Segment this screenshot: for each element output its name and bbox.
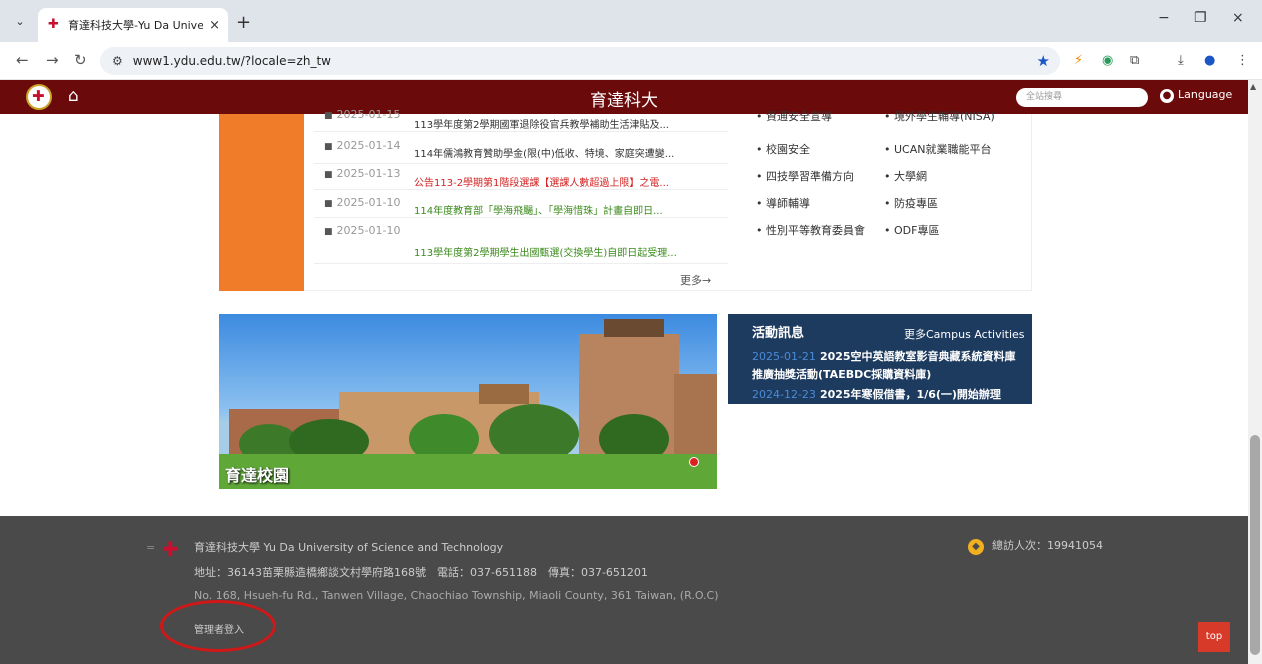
visitor-counter: ◆ 總訪人次：19941054 [968,537,1103,555]
tab-title: 育達科技大學-Yu Da University [68,19,204,32]
news-date: 2025-01-15 [324,108,401,121]
news-title[interactable]: 114年度教育部「學海飛颺」、「學海惜珠」計畫自即日... [414,202,663,217]
activity-date: 2024-12-23 [752,388,816,401]
extension-bolt-icon[interactable]: ⚡ [1074,53,1083,68]
minimize-button[interactable]: − [1158,10,1170,26]
building-shape [604,319,664,337]
activity-title[interactable]: 2025年寒假借書，1/6(一)開始辦理 [820,388,1001,401]
news-item[interactable]: 2025-01-14 114年儒鴻教育贊助學金(限(中)低收、特境、家庭突遭變.… [314,138,728,164]
news-item[interactable]: 2025-01-10 114年度教育部「學海飛颺」、「學海惜珠」計畫自即日... [314,192,728,218]
browser-menu-icon[interactable]: ⋮ [1236,53,1249,68]
site-header: ⌂ 育達科大 全站搜尋 ●Language [0,80,1248,114]
link-item[interactable]: 導師輔導 [756,195,810,211]
link-item[interactable]: UCAN就業職能平台 [884,141,992,157]
footer-school-name: 育達科技大學 Yu Da University of Science and T… [194,541,504,554]
footer-address-en: No. 168, Hsueh-fu Rd., Tanwen Village, C… [194,589,719,602]
scroll-up-arrow-icon[interactable]: ▲ [1250,82,1256,91]
highlight-circle [160,600,276,652]
visitor-count: 總訪人次：19941054 [992,539,1103,552]
slide-indicator-dot[interactable] [689,457,699,467]
footer-address-zh: 地址：36143苗栗縣造橋鄉談文村學府路168號 電話：037-651188 傳… [194,566,648,579]
download-icon[interactable]: ⤓ [1178,53,1184,68]
back-to-top-button[interactable]: top [1198,622,1230,652]
browser-tab-bar: ⌄ ✚ 育達科技大學-Yu Da University × + − ❐ × [0,0,1262,42]
activity-item[interactable]: 2025-01-21 2025空中英語教室影音典藏系統資料庫推廣抽獎活動(TAEB… [752,348,1022,384]
link-item[interactable]: 資通安全宣導 [756,108,832,124]
language-label: Language [1178,88,1233,101]
back-icon[interactable]: ← [16,51,29,69]
news-date: 2025-01-10 [324,196,401,209]
url-text: www1.ydu.edu.tw/?locale=zh_tw [132,54,331,68]
activities-title: 活動訊息 [752,326,805,341]
forward-icon[interactable]: → [46,51,59,69]
link-item[interactable]: 大學網 [884,168,927,184]
scrollbar-thumb[interactable] [1250,435,1260,655]
site-info-icon[interactable]: ⚙ [112,54,123,68]
maximize-button[interactable]: ❐ [1194,10,1207,26]
news-title[interactable]: 113學年度第2學期學生出國甄選(交換學生)自即日起受理... [414,244,677,259]
browser-tab[interactable]: ✚ 育達科技大學-Yu Da University × [38,8,228,42]
close-window-button[interactable]: × [1232,10,1244,26]
campus-photo[interactable]: 育達校園 [219,314,717,489]
footer-logo-icon: ✚ [162,537,179,561]
bookmark-star-icon[interactable]: ★ [1037,52,1050,70]
footer-divider: = [146,541,156,554]
tab-search-icon[interactable]: ⌄ [10,12,30,32]
news-item[interactable]: 2025-01-13 公告113-2學期第1階段選課【選課人數超過上限】之電..… [314,164,728,190]
news-accent-bar [219,114,304,291]
globe-icon: ● [1160,89,1174,103]
new-tab-button[interactable]: + [236,12,251,33]
link-item[interactable]: 性別平等教育委員會 [756,222,865,238]
link-item[interactable]: 防疫專區 [884,195,938,211]
news-title[interactable]: 113學年度第2學期國軍退除役官兵教學補助生活津貼及... [414,116,669,131]
news-item[interactable]: 2025-01-15 113學年度第2學期國軍退除役官兵教學補助生活津貼及... [314,108,728,132]
link-item[interactable]: ODF專區 [884,222,939,238]
reload-icon[interactable]: ↻ [74,51,87,69]
activities-panel: 活動訊息 更多Campus Activities 2025-01-21 2025空… [728,314,1032,404]
address-bar-row: ← → ↻ ⚙ www1.ydu.edu.tw/?locale=zh_tw ★ … [0,42,1262,80]
news-title[interactable]: 114年儒鴻教育贊助學金(限(中)低收、特境、家庭突遭變... [414,145,674,160]
lawn-shape [219,454,717,489]
news-item[interactable]: 2025-01-10 113學年度第2學期學生出國甄選(交換學生)自即日起受理.… [314,220,728,264]
tab-close-icon[interactable]: × [209,18,220,33]
profile-avatar-icon[interactable]: ● [1204,53,1215,68]
link-item[interactable]: 四技學習準備方向 [756,168,854,184]
url-field[interactable]: ⚙ www1.ydu.edu.tw/?locale=zh_tw ★ [100,47,1060,75]
activities-more-link[interactable]: 更多Campus Activities [904,326,1025,342]
news-more-link[interactable]: 更多→ [680,272,711,288]
activity-date: 2025-01-21 [752,350,816,363]
news-date: 2025-01-10 [324,224,401,237]
extensions-puzzle-icon[interactable]: ⧉ [1130,53,1139,68]
news-title[interactable]: 公告113-2學期第1階段選課【選課人數超過上限】之電... [414,174,669,189]
link-item[interactable]: 境外學生輔導(NISA) [884,108,995,124]
campus-label: 育達校園 [225,466,290,485]
extension-icon[interactable]: ◉ [1102,53,1113,68]
activity-item[interactable]: 2024-12-23 2025年寒假借書，1/6(一)開始辦理 [752,386,1022,404]
site-search-input[interactable]: 全站搜尋 [1016,88,1148,107]
visitor-icon: ◆ [968,539,984,555]
news-date: 2025-01-14 [324,139,401,152]
language-button[interactable]: ● Language [1160,88,1232,103]
building-shape [479,384,529,404]
site-favicon-icon: ✚ [48,17,59,32]
building-shape [674,374,717,454]
news-date: 2025-01-13 [324,167,401,180]
link-item[interactable]: 校園安全 [756,141,810,157]
